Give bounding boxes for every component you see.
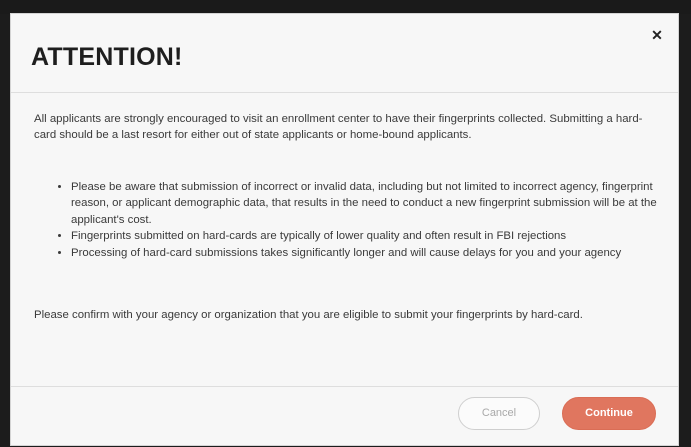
cancel-button[interactable]: Cancel	[458, 397, 540, 430]
notice-list: Please be aware that submission of incor…	[53, 179, 688, 261]
list-item: Please be aware that submission of incor…	[71, 179, 688, 228]
footer-divider	[11, 386, 678, 387]
intro-paragraph: All applicants are strongly encouraged t…	[34, 113, 643, 142]
list-item: Fingerprints submitted on hard-cards are…	[71, 228, 688, 244]
confirm-paragraph: Please confirm with your agency or organ…	[34, 309, 583, 321]
backdrop-overlay	[0, 0, 691, 14]
list-item: Processing of hard-card submissions take…	[71, 245, 688, 261]
modal-title: ATTENTION!	[31, 43, 183, 71]
header-divider	[11, 92, 678, 93]
attention-modal: ✕ ATTENTION! All applicants are strongly…	[10, 13, 679, 446]
close-icon[interactable]: ✕	[650, 28, 664, 42]
continue-button[interactable]: Continue	[562, 397, 656, 430]
